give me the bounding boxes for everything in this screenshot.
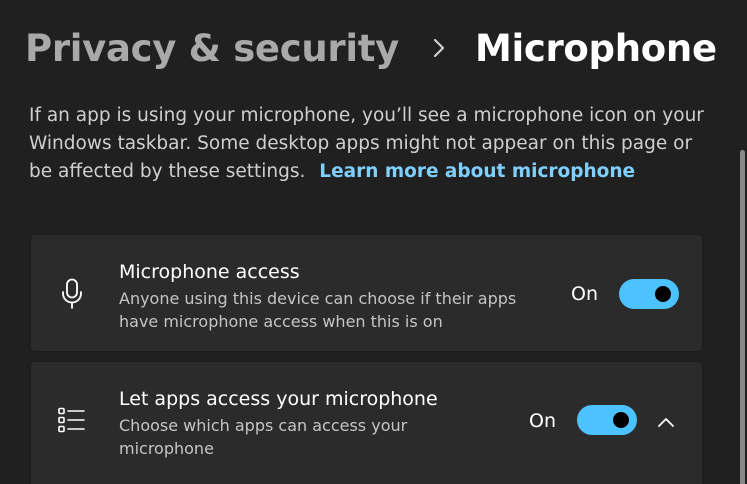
toggle-state-label: On	[571, 283, 598, 305]
chevron-up-icon[interactable]	[654, 410, 678, 434]
setting-text: Let apps access your microphone Choose w…	[119, 386, 479, 460]
page-title: Microphone	[474, 26, 717, 70]
setting-title: Let apps access your microphone	[119, 388, 438, 410]
microphone-icon	[57, 277, 87, 311]
learn-more-link[interactable]: Learn more about microphone	[319, 161, 635, 182]
setting-subtitle: Anyone using this device can choose if t…	[119, 289, 517, 331]
settings-page: Privacy & security Microphone If an app …	[0, 0, 747, 484]
toggle-knob	[613, 412, 629, 428]
breadcrumb-parent-privacy-security[interactable]: Privacy & security	[25, 27, 399, 70]
let-apps-access-toggle[interactable]	[577, 405, 637, 435]
breadcrumb: Privacy & security Microphone	[25, 22, 717, 74]
setting-subtitle: Choose which apps can access your microp…	[119, 416, 408, 458]
toggle-state-label: On	[529, 410, 556, 432]
setting-text: Microphone access Anyone using this devi…	[119, 259, 539, 333]
setting-card-let-apps-access[interactable]: Let apps access your microphone Choose w…	[30, 361, 703, 484]
microphone-access-toggle[interactable]	[619, 279, 679, 309]
page-description: If an app is using your microphone, you’…	[29, 102, 719, 186]
chevron-right-icon	[425, 28, 453, 68]
scrollbar[interactable]	[740, 150, 745, 484]
setting-card-microphone-access: Microphone access Anyone using this devi…	[30, 234, 703, 352]
app-list-icon	[57, 403, 87, 437]
toggle-knob	[655, 286, 671, 302]
setting-title: Microphone access	[119, 261, 300, 283]
